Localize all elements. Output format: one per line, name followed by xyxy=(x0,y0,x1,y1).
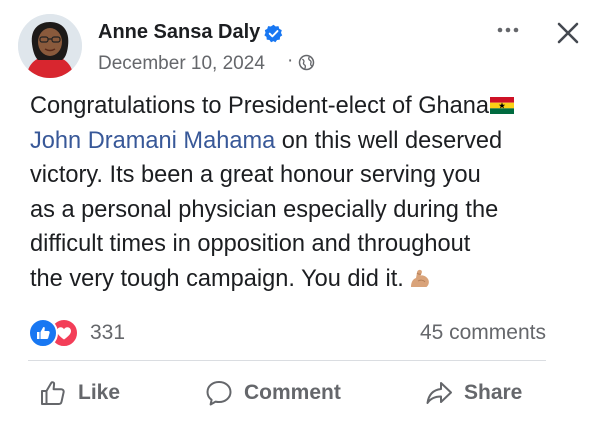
verified-badge-icon xyxy=(264,24,283,43)
more-options-icon[interactable] xyxy=(493,20,523,40)
author-avatar[interactable] xyxy=(18,14,82,78)
post-timestamp[interactable]: December 10, 2024 xyxy=(98,53,265,75)
share-button[interactable]: Share xyxy=(424,376,522,410)
post-text-segment: Congratulations to President-elect of Gh… xyxy=(30,93,490,119)
author-name[interactable]: Anne Sansa Daly xyxy=(98,21,260,44)
post-line: the very tough campaign. You did it. xyxy=(30,262,586,297)
post-text-segment: on this well deserved xyxy=(275,127,503,154)
post-message: Congratulations to President-elect of Gh… xyxy=(30,89,586,296)
avatar-photo xyxy=(18,14,82,78)
like-button[interactable]: Like xyxy=(38,376,120,410)
post-line: difficult times in opposition and throug… xyxy=(30,231,471,257)
post-line: Congratulations to President-elect of Gh… xyxy=(30,89,586,124)
divider xyxy=(28,360,546,361)
post-line: as a personal physician especially durin… xyxy=(30,196,499,223)
date-separator: · xyxy=(287,50,294,71)
comment-label: Comment xyxy=(244,381,341,404)
facebook-post: Anne Sansa Daly December 10, 2024 · Cong… xyxy=(0,0,600,436)
post-line: John Dramani Mahama on this well deserve… xyxy=(30,124,586,159)
comments-count[interactable]: 45 comments xyxy=(420,321,546,345)
reaction-count: 331 xyxy=(90,321,126,344)
comment-button[interactable]: Comment xyxy=(204,376,341,410)
thumbs-up-icon xyxy=(41,381,65,405)
share-label: Share xyxy=(464,381,523,404)
share-arrow-icon xyxy=(426,382,452,404)
mention-link[interactable]: John Dramani Mahama xyxy=(30,128,275,154)
globe-icon xyxy=(298,54,315,71)
post-line: victory. Its been a great honour serving… xyxy=(30,162,481,188)
like-reaction-icon xyxy=(28,318,58,348)
comment-bubble-icon xyxy=(206,381,232,406)
like-label: Like xyxy=(78,381,121,404)
post-text-segment: the very tough campaign. You did it. xyxy=(30,265,404,292)
ghana-flag-emoji xyxy=(490,97,515,114)
flexed-biceps-emoji xyxy=(410,269,429,287)
close-icon[interactable] xyxy=(554,19,582,47)
